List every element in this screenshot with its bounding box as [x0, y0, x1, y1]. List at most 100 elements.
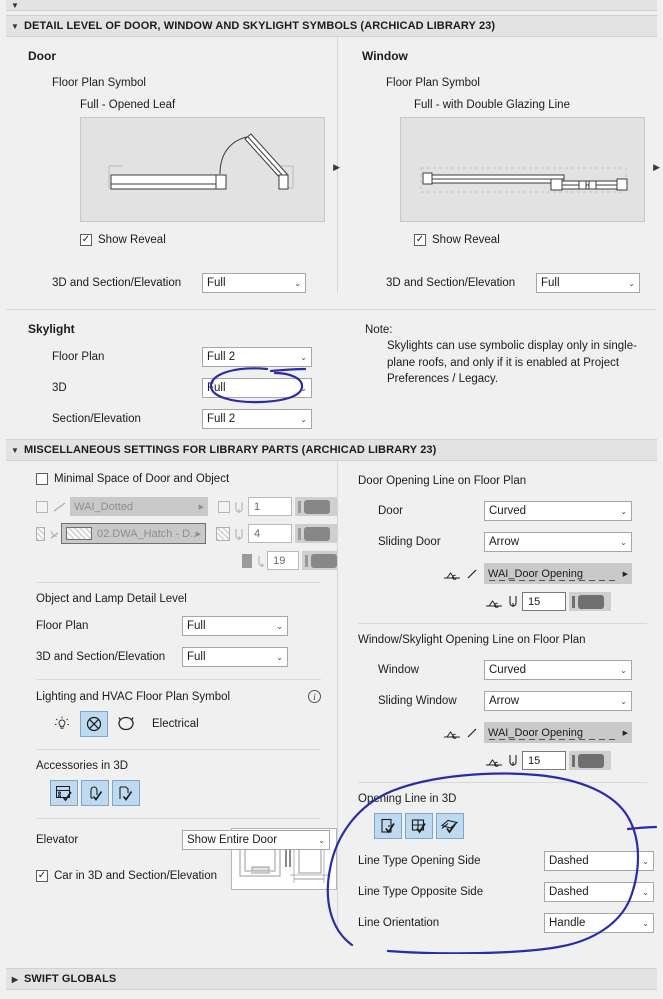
elevator-select[interactable]: Show Entire Door ⌄: [182, 830, 330, 850]
door-opening-select[interactable]: Curved ⌄: [484, 501, 632, 521]
chevron-right-icon: ▶: [622, 729, 628, 737]
window-show-reveal-row[interactable]: ✓ Show Reveal: [414, 234, 663, 246]
electrical-icon-button[interactable]: [80, 711, 108, 737]
hvac-icon-button[interactable]: [112, 711, 140, 737]
door-show-reveal-row[interactable]: ✓ Show Reveal: [80, 234, 337, 246]
pen-icon: [509, 596, 517, 607]
lamp-icon: [55, 716, 69, 729]
window-pen-field[interactable]: 15: [522, 751, 566, 770]
pen-weight-bar: [298, 500, 301, 513]
window-opening-label: Window: [378, 664, 419, 676]
window-linetype-picker[interactable]: WAI_Door Opening ▶: [484, 722, 632, 743]
sliding-window-select[interactable]: Arrow ⌄: [484, 691, 632, 711]
casing-accessory-icon: [90, 786, 103, 801]
object-floor-plan-select[interactable]: Full ⌄: [182, 616, 288, 636]
window-opening-row: Window Curved ⌄: [352, 660, 663, 680]
line-type-opposite-side-select[interactable]: Dashed ⌄: [544, 882, 654, 902]
hatch-preview-icon: [66, 527, 92, 540]
accessory-casing-button[interactable]: [81, 780, 109, 806]
object-3d-select[interactable]: Full ⌄: [182, 647, 288, 667]
window-show-reveal-checkbox[interactable]: ✓: [414, 234, 426, 246]
misc-left-divider-1: [36, 582, 321, 583]
section-header-clipped[interactable]: ▼: [6, 0, 657, 11]
misc-left-divider-2: [36, 679, 321, 680]
chevron-down-icon: ⌄: [620, 506, 627, 516]
skylight-floor-plan-select[interactable]: Full 2 ⌄: [202, 347, 312, 367]
fill-pen-field[interactable]: 19: [267, 551, 299, 570]
window-show-reveal-label: Show Reveal: [432, 234, 500, 246]
sliding-door-select[interactable]: Arrow ⌄: [484, 532, 632, 552]
skylight-3d-select[interactable]: Full ⌄: [202, 378, 312, 398]
accessories-toggles: [50, 780, 337, 806]
linetype-pen-icon: [486, 599, 502, 608]
door-linetype-row: WAI_Door Opening ▶: [352, 563, 663, 584]
line-type-opening-side-select[interactable]: Dashed ⌄: [544, 851, 654, 871]
sliding-door-label: Sliding Door: [378, 536, 441, 548]
hatch-pen-field[interactable]: 4: [248, 524, 292, 543]
lighting-title: Lighting and HVAC Floor Plan Symbol: [36, 690, 231, 703]
object-3d-value: Full: [187, 651, 206, 663]
sliding-window-label: Sliding Window: [378, 695, 457, 707]
reveal-accessory-icon: [119, 786, 133, 801]
window-3d-detail-select[interactable]: Full ⌄: [536, 273, 640, 293]
line-type-picker[interactable]: WAI_Dotted ▶: [70, 497, 208, 516]
line-icon: [467, 728, 477, 737]
opening3d-skylight-button[interactable]: [436, 813, 464, 839]
line-pen-field[interactable]: 1: [248, 497, 292, 516]
door-pen-swatch[interactable]: [569, 592, 611, 611]
door-group-title: Door: [28, 49, 56, 63]
skylight-floor-plan-value: Full 2: [207, 351, 236, 363]
hatch-attribute-row: 02.DWA_Hatch - D... ▶ 4: [36, 523, 337, 544]
line-pen-swatch[interactable]: [295, 497, 337, 516]
window-symbol-preview[interactable]: ▶: [400, 117, 660, 222]
lamp-icon-button[interactable]: [48, 711, 76, 737]
section-header-swift-globals[interactable]: ▶ SWIFT GLOBALS: [6, 968, 657, 990]
section-header-detail-level[interactable]: ▼ DETAIL LEVEL OF DOOR, WINDOW AND SKYLI…: [6, 15, 657, 37]
opening3d-door-button[interactable]: [374, 813, 402, 839]
window-preview-next-arrow[interactable]: ▶: [653, 162, 660, 173]
skylight-section-select[interactable]: Full 2 ⌄: [202, 409, 312, 429]
door-symbol-preview[interactable]: ▶: [80, 117, 340, 222]
hatch-type-picker[interactable]: 02.DWA_Hatch - D... ▶: [61, 523, 206, 544]
fill-pen-swatch[interactable]: [302, 551, 337, 570]
car-checkbox-row[interactable]: ✓ Car in 3D and Section/Elevation: [36, 870, 231, 882]
accessory-sill-button[interactable]: [50, 780, 78, 806]
chevron-down-icon: ⌄: [294, 278, 301, 288]
window-pen-swatch[interactable]: [569, 751, 611, 770]
window-3d-detail-value: Full: [541, 277, 560, 289]
line-orientation-value: Handle: [549, 917, 586, 929]
line-type-opening-side-row: Line Type Opening Side Dashed ⌄: [352, 851, 663, 871]
door-3d-detail-select[interactable]: Full ⌄: [202, 273, 306, 293]
door-floor-plan-symbol-label: Floor Plan Symbol: [52, 77, 146, 89]
door-opening-label: Door: [378, 505, 403, 517]
line-orientation-select[interactable]: Handle ⌄: [544, 913, 654, 933]
skylight-floor-plan-row: Floor Plan Full 2 ⌄: [18, 347, 337, 367]
window-linetype-icons: [378, 726, 484, 740]
line-row-checkbox[interactable]: ✓: [36, 500, 48, 513]
pen-color-swatch: [578, 594, 604, 609]
minimal-space-row[interactable]: ✓ Minimal Space of Door and Object: [36, 473, 337, 485]
line-pen-checkbox[interactable]: ✓: [218, 500, 230, 513]
car-label: Car in 3D and Section/Elevation: [54, 870, 218, 882]
pen-color-swatch: [304, 526, 330, 541]
door-show-reveal-checkbox[interactable]: ✓: [80, 234, 92, 246]
door-3d-detail-row: 3D and Section/Elevation Full ⌄: [18, 273, 337, 293]
skylight-note-column: Note: Skylights can use symbolic display…: [337, 310, 663, 429]
minimal-space-checkbox[interactable]: ✓: [36, 473, 48, 485]
info-icon[interactable]: i: [308, 690, 321, 703]
door-pen-field[interactable]: 15: [522, 592, 566, 611]
window-opening-select[interactable]: Curved ⌄: [484, 660, 632, 680]
linetype-icon: [444, 571, 460, 580]
window-column: Window Floor Plan Symbol Full - with Dou…: [337, 37, 663, 293]
chevron-right-icon: ▶: [195, 530, 201, 538]
chevron-down-icon: ⌄: [300, 352, 307, 362]
chevron-down-icon: ⌄: [642, 887, 649, 897]
section-header-misc[interactable]: ▼ MISCELLANEOUS SETTINGS FOR LIBRARY PAR…: [6, 439, 657, 461]
door-preview-next-arrow[interactable]: ▶: [333, 162, 340, 173]
door-linetype-picker[interactable]: WAI_Door Opening ▶: [484, 563, 632, 584]
car-checkbox[interactable]: ✓: [36, 870, 48, 882]
accessory-reveal-button[interactable]: [112, 780, 140, 806]
hatch-pen-swatch[interactable]: [295, 524, 337, 543]
window-opening-value: Curved: [489, 664, 527, 676]
opening3d-window-button[interactable]: [405, 813, 433, 839]
